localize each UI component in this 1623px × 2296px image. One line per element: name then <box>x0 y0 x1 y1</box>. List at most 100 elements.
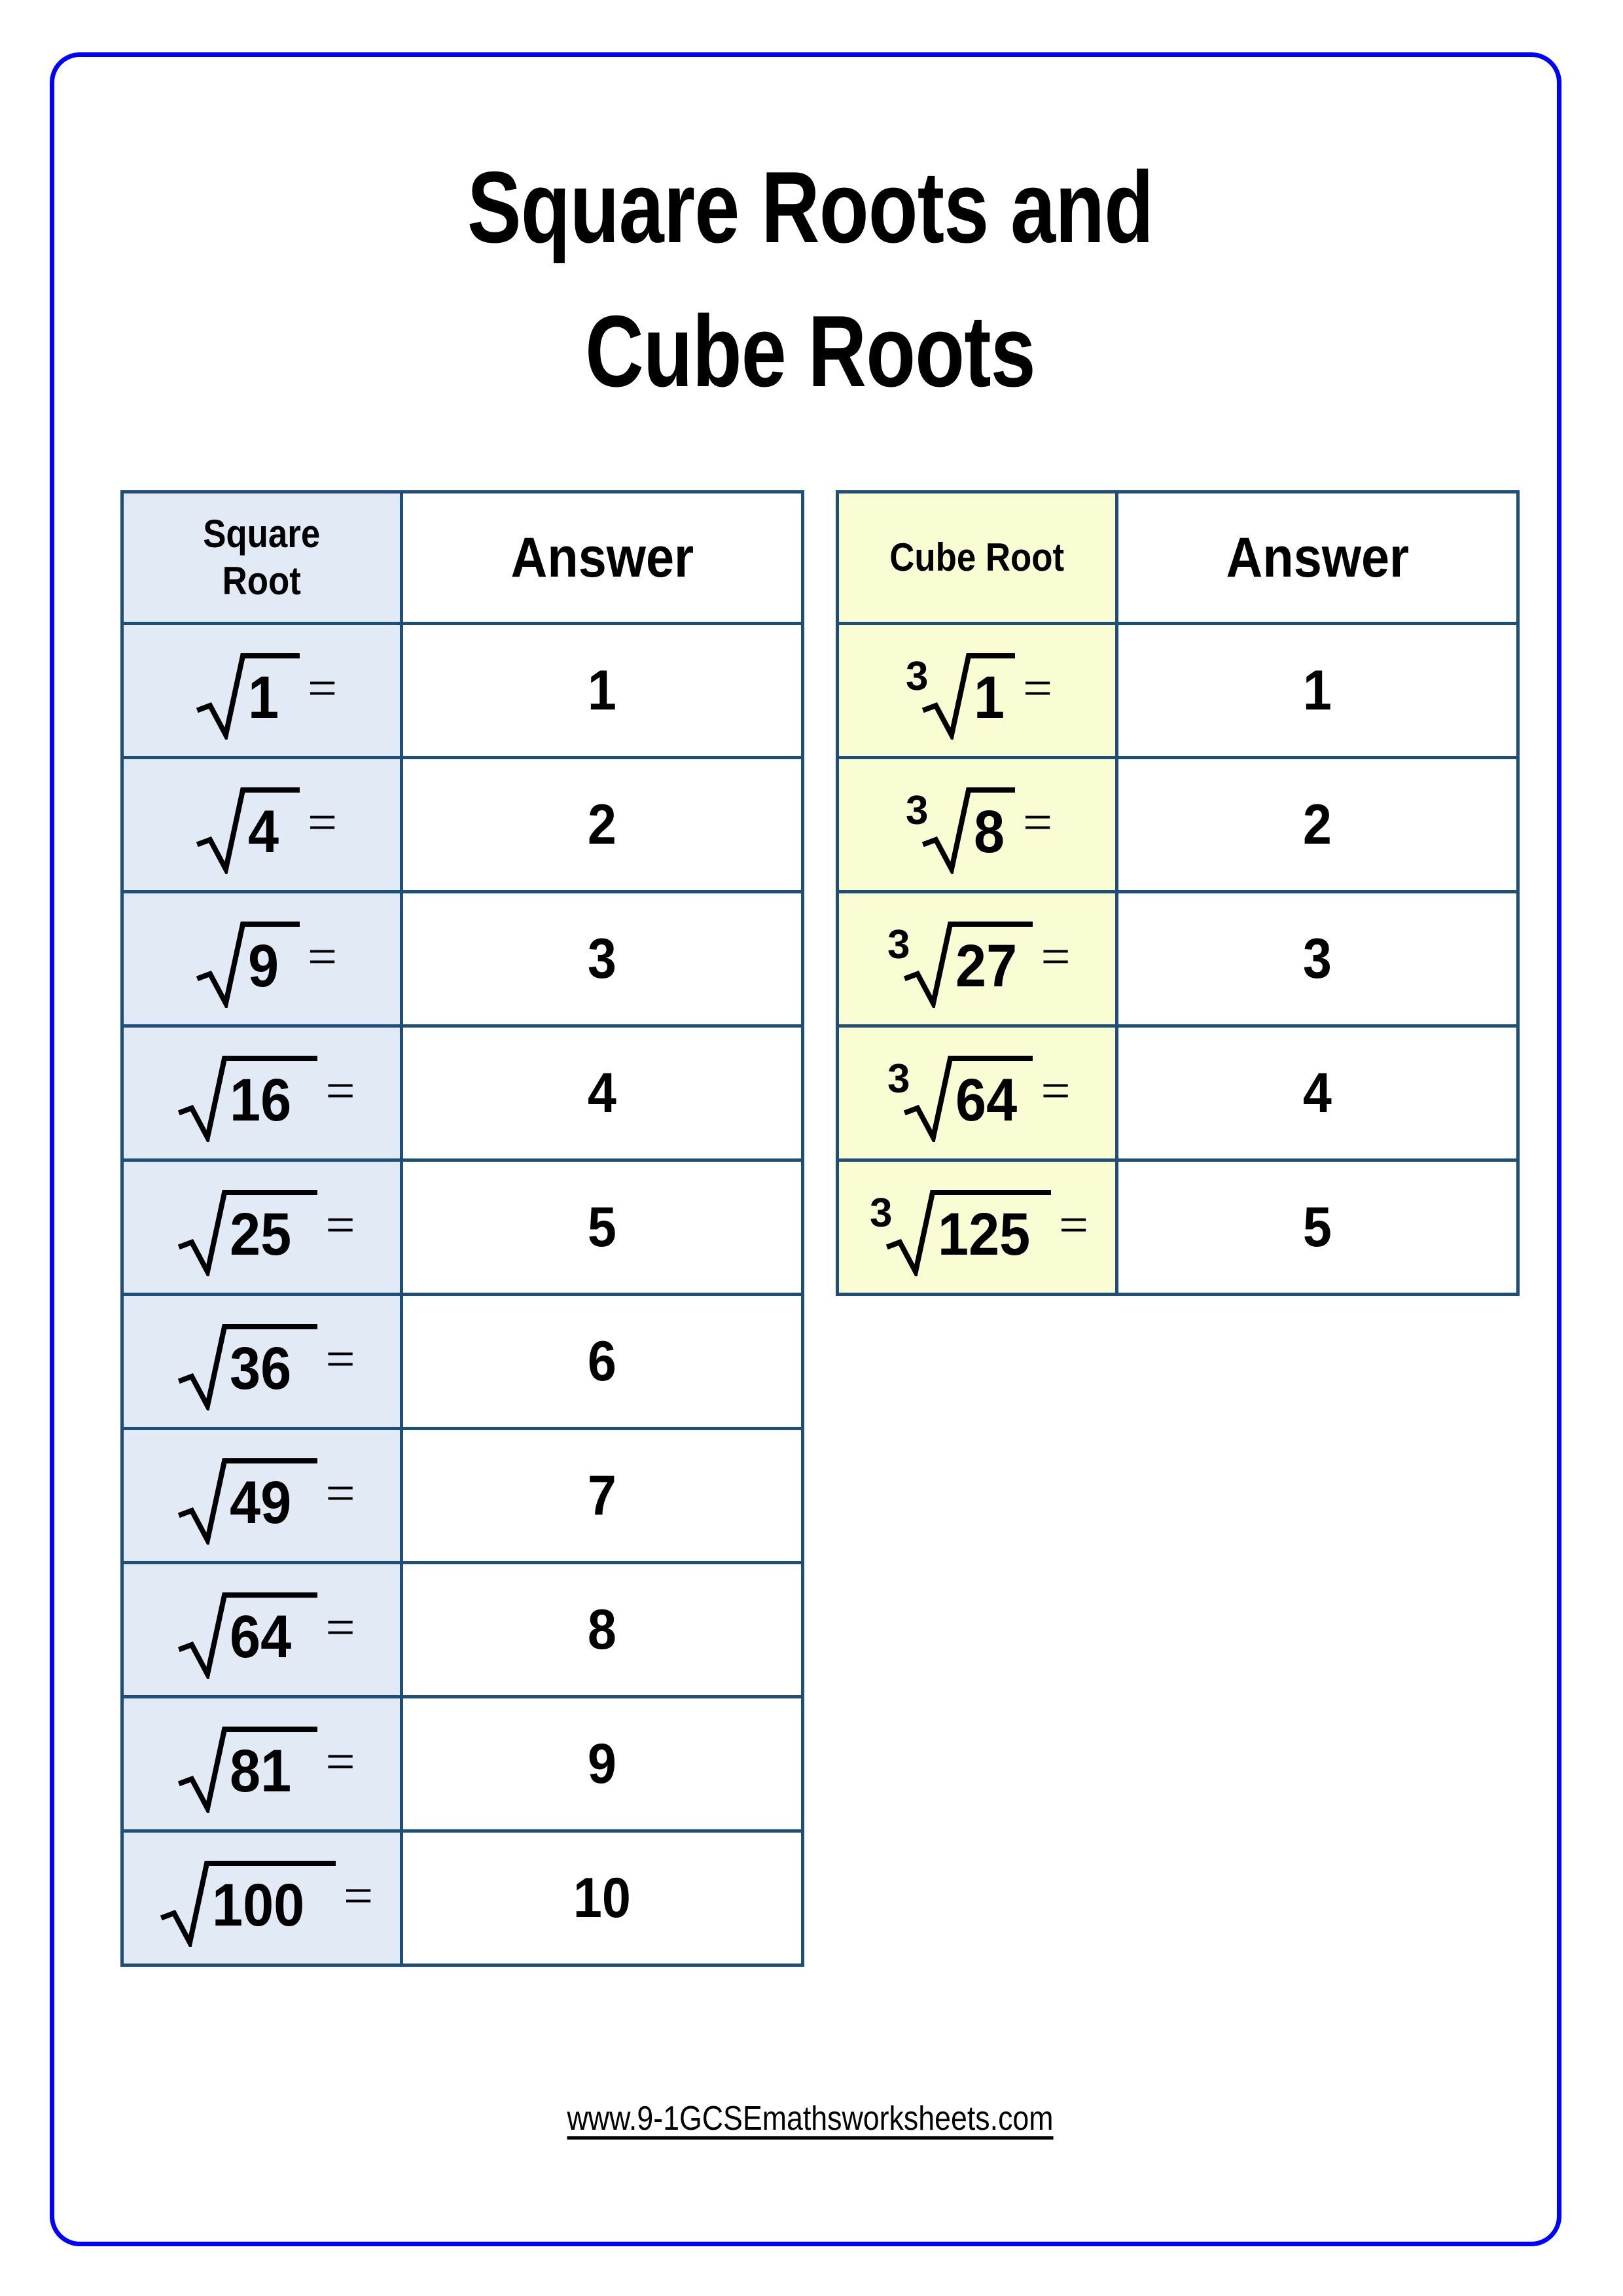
table-header-row: Square Root Answer <box>120 490 804 625</box>
answer-value: 7 <box>587 1464 617 1527</box>
radicand-value: 125 <box>937 1201 1031 1268</box>
root-expression-cell: 36 = <box>120 1293 403 1430</box>
answer-cell: 7 <box>400 1427 804 1564</box>
answer-cell: 4 <box>400 1024 804 1162</box>
radical-icon: 1 <box>187 641 300 740</box>
root-expression: 64 = <box>124 1564 400 1695</box>
square-root-answer-column-header: Answer <box>400 490 804 625</box>
root-expression-cell: 1 = <box>120 622 403 759</box>
radicand-value: 25 <box>230 1201 292 1268</box>
root-expression-cell: 9 = <box>120 890 403 1028</box>
root-expression: 3 1 = <box>839 625 1115 756</box>
radicand-value: 27 <box>955 933 1018 999</box>
root-expression-cell: 64 = <box>120 1561 403 1698</box>
table-row: 3 27 = 3 <box>836 890 1520 1028</box>
table-row: 3 8 = 2 <box>836 756 1520 893</box>
answer-value: 2 <box>587 793 617 856</box>
table-row: 16 = 4 <box>120 1024 804 1162</box>
equals-sign: = <box>325 1331 355 1388</box>
svg-text:3: 3 <box>870 1191 892 1236</box>
table-row: 4 = 2 <box>120 756 804 893</box>
root-expression: 3 125 = <box>839 1162 1115 1293</box>
equals-sign: = <box>343 1867 374 1925</box>
answer-cell: 2 <box>1115 756 1520 893</box>
square-root-table: Square Root Answer 1 = 1 4 = 2 9 = 3 16 = 4 25 = 5 36 = 6… <box>120 490 804 1967</box>
equals-sign: = <box>1058 1196 1089 1254</box>
radical-icon: 4 <box>187 776 300 874</box>
radicand-value: 16 <box>230 1067 292 1134</box>
table-row: 36 = 6 <box>120 1293 804 1430</box>
radicand-value: 1 <box>973 664 1005 731</box>
answer-cell: 9 <box>400 1695 804 1833</box>
answer-value: 9 <box>587 1732 617 1795</box>
root-expression: 36 = <box>124 1296 400 1427</box>
cube-root-table-head: Cube Root Answer <box>836 490 1520 625</box>
equals-sign: = <box>1022 660 1053 717</box>
svg-text:3: 3 <box>906 788 928 833</box>
root-expression: 49 = <box>124 1430 400 1561</box>
radical-icon: 81 <box>168 1715 318 1813</box>
radical-icon: 16 <box>168 1044 318 1142</box>
cube-root-table-body: 3 1 = 1 3 8 = 2 3 27 = 3 3 64 = 4 3 125 = 5 <box>836 622 1520 1296</box>
worksheet-tables: Square Root Answer 1 = 1 4 = 2 9 = 3 16 = 4 25 = 5 36 = 6… <box>54 57 1566 2251</box>
square-root-table-body: 1 = 1 4 = 2 9 = 3 16 = 4 25 = 5 36 = 6 49 = 7 64 = 8 81 = 9 100 = 10 <box>120 622 804 1967</box>
equals-sign: = <box>325 1062 355 1120</box>
table-row: 49 = 7 <box>120 1427 804 1564</box>
radical-icon: 3 27 <box>883 910 1033 1008</box>
radicand-value: 4 <box>247 798 279 865</box>
radicand-value: 1 <box>247 664 279 731</box>
root-expression-cell: 4 = <box>120 756 403 893</box>
answer-cell: 1 <box>400 622 804 759</box>
root-expression-cell: 25 = <box>120 1158 403 1296</box>
answer-cell: 10 <box>400 1829 804 1967</box>
root-expression-cell: 81 = <box>120 1695 403 1833</box>
cube-root-header-label: Cube Root <box>889 535 1065 579</box>
root-expression-cell: 49 = <box>120 1427 403 1564</box>
radicand-value: 64 <box>955 1067 1018 1134</box>
answer-header-label: Answer <box>1226 526 1409 589</box>
svg-text:3: 3 <box>906 654 928 699</box>
root-expression-cell: 3 8 = <box>836 756 1118 893</box>
root-expression-cell: 16 = <box>120 1024 403 1162</box>
root-expression-cell: 3 64 = <box>836 1024 1118 1162</box>
root-expression: 1 = <box>124 625 400 756</box>
answer-value: 4 <box>1302 1062 1332 1124</box>
answer-value: 5 <box>587 1196 617 1259</box>
root-expression: 25 = <box>124 1162 400 1293</box>
svg-text:3: 3 <box>887 1056 910 1102</box>
answer-header-label: Answer <box>510 526 694 589</box>
worksheet-source-url: www.9-1GCSEmathsworksheets.com <box>567 2100 1054 2138</box>
answer-cell: 2 <box>400 756 804 893</box>
table-row: 3 64 = 4 <box>836 1024 1520 1162</box>
table-row: 81 = 9 <box>120 1695 804 1833</box>
radical-icon: 36 <box>168 1312 318 1410</box>
equals-sign: = <box>325 1733 355 1791</box>
table-header-row: Cube Root Answer <box>836 490 1520 625</box>
answer-value: 3 <box>587 927 617 990</box>
answer-value: 3 <box>1302 927 1332 990</box>
radical-icon: 9 <box>187 910 300 1008</box>
radical-icon: 49 <box>168 1446 318 1545</box>
radicand-value: 64 <box>230 1604 292 1670</box>
radical-icon: 31 <box>902 641 1015 740</box>
radical-icon: 64 <box>168 1581 318 1679</box>
table-row: 9 = 3 <box>120 890 804 1028</box>
table-row: 25 = 5 <box>120 1158 804 1296</box>
root-expression: 3 8 = <box>839 759 1115 890</box>
cube-root-column-header: Cube Root <box>836 490 1118 625</box>
square-root-header-label: Square Root <box>203 512 321 603</box>
answer-value: 5 <box>1302 1196 1332 1259</box>
answer-value: 8 <box>587 1598 617 1661</box>
answer-value: 1 <box>1302 659 1332 722</box>
root-expression: 81 = <box>124 1698 400 1829</box>
equals-sign: = <box>307 660 338 717</box>
answer-cell: 1 <box>1115 622 1520 759</box>
root-expression-cell: 100 = <box>120 1829 403 1967</box>
table-row: 3 125 = 5 <box>836 1158 1520 1296</box>
page-border-frame: Square Roots and Cube Roots Square Root … <box>50 52 1561 2246</box>
equals-sign: = <box>307 794 338 852</box>
square-root-column-header: Square Root <box>120 490 403 625</box>
answer-value: 6 <box>587 1330 617 1393</box>
equals-sign: = <box>1022 794 1053 852</box>
table-row: 1 = 1 <box>120 622 804 759</box>
